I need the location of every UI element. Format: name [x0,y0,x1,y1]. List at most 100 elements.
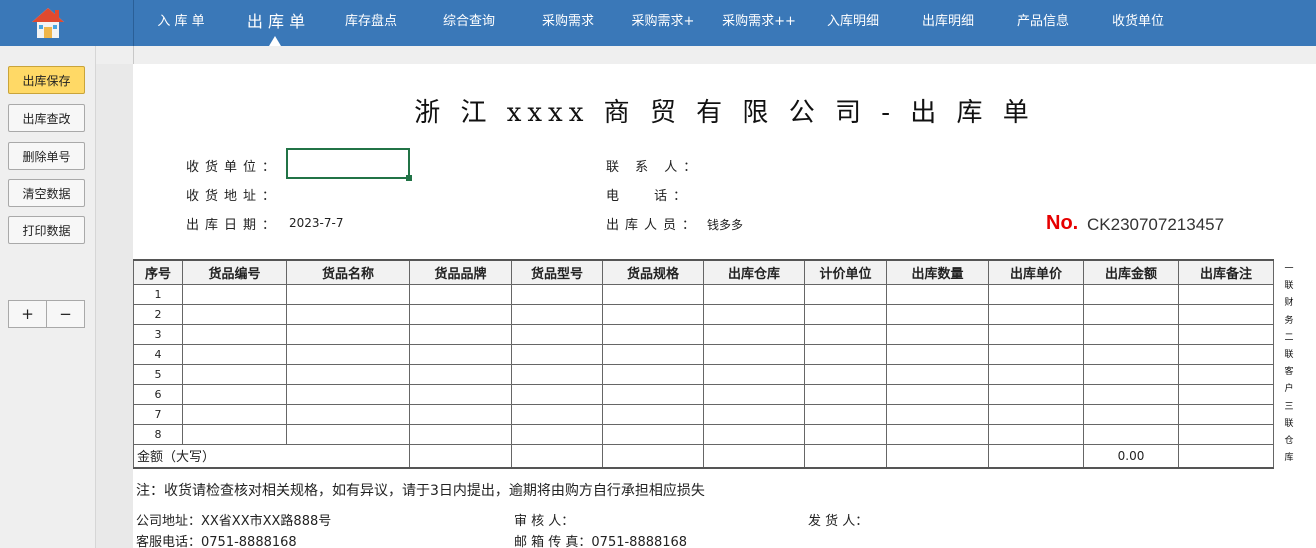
clear-data-button[interactable]: 清空数据 [8,179,85,207]
table-cell[interactable] [1178,403,1274,425]
table-cell[interactable] [286,283,410,305]
table-cell[interactable] [286,303,410,325]
table-cell[interactable] [511,383,603,405]
table-cell[interactable] [409,303,512,325]
nav-tab-purchase-demand-plus[interactable]: 采购需求+ [624,0,702,46]
table-cell[interactable] [804,283,887,305]
table-cell[interactable] [182,403,287,425]
nav-tab-outbound-detail[interactable]: 出库明细 [913,0,983,46]
edit-outbound-button[interactable]: 出库查改 [8,104,85,132]
table-cell[interactable] [1083,403,1179,425]
table-cell[interactable] [409,403,512,425]
table-cell[interactable] [602,443,704,469]
table-cell[interactable] [1178,343,1274,365]
table-cell[interactable] [286,363,410,385]
table-cell[interactable] [409,283,512,305]
table-cell[interactable] [703,423,805,445]
nav-tab-inbound[interactable]: 入 库 单 [150,0,212,46]
table-cell[interactable] [703,343,805,365]
table-cell[interactable] [1178,283,1274,305]
table-cell[interactable] [886,383,989,405]
table-cell[interactable] [804,383,887,405]
delete-number-button[interactable]: 删除单号 [8,142,85,170]
table-cell[interactable] [1083,423,1179,445]
table-cell[interactable] [602,403,704,425]
cell-fill-handle[interactable] [406,175,412,181]
table-cell[interactable] [988,343,1084,365]
table-cell[interactable] [1083,283,1179,305]
nav-tab-purchase-demand[interactable]: 采购需求 [533,0,603,46]
table-cell[interactable] [703,283,805,305]
table-cell[interactable] [1178,383,1274,405]
table-cell[interactable] [602,423,704,445]
table-cell[interactable] [1083,343,1179,365]
table-cell[interactable] [886,303,989,325]
table-cell[interactable] [182,363,287,385]
table-cell[interactable] [988,423,1084,445]
table-cell[interactable] [602,383,704,405]
table-cell[interactable] [804,443,887,469]
table-cell[interactable] [286,423,410,445]
table-cell[interactable] [1178,443,1274,469]
table-cell[interactable] [409,443,512,469]
table-cell[interactable] [602,343,704,365]
table-cell[interactable] [1178,423,1274,445]
table-cell[interactable] [804,403,887,425]
table-cell[interactable] [703,303,805,325]
table-cell[interactable] [703,403,805,425]
table-cell[interactable] [804,303,887,325]
table-cell[interactable] [1178,303,1274,325]
print-data-button[interactable]: 打印数据 [8,216,85,244]
nav-tab-inbound-detail[interactable]: 入库明细 [818,0,888,46]
table-cell[interactable] [1083,323,1179,345]
table-cell[interactable] [511,303,603,325]
table-cell[interactable] [886,403,989,425]
table-cell[interactable] [804,363,887,385]
home-button[interactable] [0,0,96,46]
table-cell[interactable] [409,343,512,365]
table-cell[interactable] [511,443,603,469]
table-cell[interactable] [602,303,704,325]
table-cell[interactable] [988,443,1084,469]
table-cell[interactable] [988,383,1084,405]
table-cell[interactable] [988,323,1084,345]
table-cell[interactable] [988,303,1084,325]
table-cell[interactable] [1178,323,1274,345]
table-cell[interactable] [703,363,805,385]
table-cell[interactable] [602,283,704,305]
table-cell[interactable] [409,363,512,385]
add-row-button[interactable]: + [8,300,47,328]
table-cell[interactable] [182,323,287,345]
nav-tab-query[interactable]: 综合查询 [434,0,504,46]
table-cell[interactable] [1083,303,1179,325]
table-cell[interactable] [703,383,805,405]
table-cell[interactable] [703,323,805,345]
table-cell[interactable] [703,443,805,469]
nav-tab-receiving-unit[interactable]: 收货单位 [1103,0,1173,46]
table-cell[interactable] [886,443,989,469]
table-cell[interactable] [511,323,603,345]
table-cell[interactable] [988,283,1084,305]
customer-input[interactable] [286,148,410,179]
table-cell[interactable] [182,283,287,305]
remove-row-button[interactable]: − [46,300,85,328]
table-cell[interactable] [286,343,410,365]
table-cell[interactable] [182,303,287,325]
operator-value[interactable]: 钱多多 [707,216,743,233]
table-cell[interactable] [804,343,887,365]
table-cell[interactable] [1178,363,1274,385]
table-cell[interactable] [409,323,512,345]
table-cell[interactable] [511,423,603,445]
table-cell[interactable] [804,323,887,345]
table-cell[interactable] [409,423,512,445]
save-outbound-button[interactable]: 出库保存 [8,66,85,94]
table-cell[interactable] [286,403,410,425]
table-cell[interactable] [988,403,1084,425]
table-cell[interactable] [886,343,989,365]
table-cell[interactable] [182,383,287,405]
table-cell[interactable] [1083,383,1179,405]
table-cell[interactable] [511,363,603,385]
table-cell[interactable] [602,363,704,385]
table-cell[interactable] [511,283,603,305]
table-cell[interactable] [286,323,410,345]
